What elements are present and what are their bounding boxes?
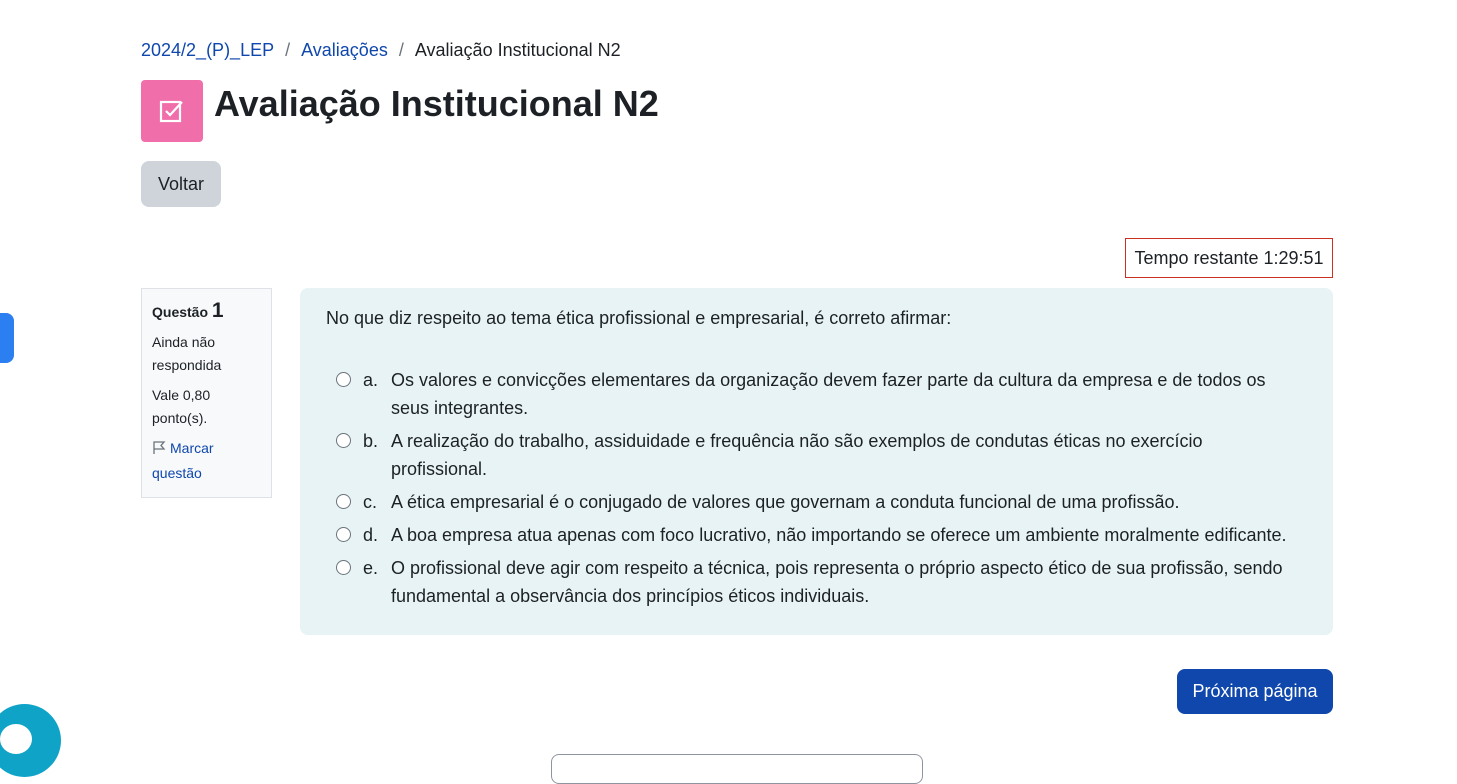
radio-button[interactable]	[336, 372, 351, 387]
breadcrumb-section-link[interactable]: Avaliações	[301, 40, 388, 61]
answer-option-e[interactable]: e. O profissional deve agir com respeito…	[326, 554, 1307, 610]
question-info-panel: Questão 1 Ainda não respondida Vale 0,80…	[141, 288, 272, 498]
option-letter: e.	[363, 558, 379, 578]
side-drawer-toggle[interactable]	[0, 313, 14, 363]
option-letter: a.	[363, 370, 379, 390]
radio-button[interactable]	[336, 527, 351, 542]
question-content: No que diz respeito ao tema ética profis…	[300, 288, 1333, 635]
time-remaining: Tempo restante 1:29:51	[1125, 238, 1333, 278]
answer-option-c[interactable]: c. A ética empresarial é o conjugado de …	[326, 488, 1307, 516]
radio-button[interactable]	[336, 560, 351, 575]
answer-options: a. Os valores e convicções elementares d…	[326, 366, 1307, 610]
quiz-checkbox-icon	[141, 80, 203, 142]
answer-option-d[interactable]: d. A boa empresa atua apenas com foco lu…	[326, 521, 1307, 549]
back-button[interactable]: Voltar	[141, 161, 221, 207]
chat-widget-button[interactable]	[0, 704, 61, 777]
breadcrumb-separator: /	[398, 40, 404, 60]
radio-button[interactable]	[336, 433, 351, 448]
option-letter: c.	[363, 492, 378, 512]
radio-button[interactable]	[336, 494, 351, 509]
next-page-button[interactable]: Próxima página	[1177, 669, 1333, 714]
breadcrumb: 2024/2_(P)_LEP / Avaliações / Avaliação …	[141, 40, 621, 61]
option-letter: b.	[363, 431, 379, 451]
option-text[interactable]: A realização do trabalho, assiduidade e …	[391, 427, 1303, 483]
question-points: Vale 0,80 ponto(s).	[152, 387, 211, 426]
breadcrumb-course-link[interactable]: 2024/2_(P)_LEP	[141, 40, 274, 61]
flag-question-link[interactable]: Marcar questão	[152, 437, 261, 485]
question-label: Questão	[152, 304, 209, 320]
question-status: Ainda não respondida	[152, 334, 222, 373]
option-letter: d.	[363, 525, 379, 545]
option-text[interactable]: O profissional deve agir com respeito a …	[391, 554, 1303, 610]
flag-icon	[152, 439, 166, 462]
chat-icon	[0, 724, 32, 754]
question-number-value: 1	[211, 299, 224, 322]
option-text[interactable]: A boa empresa atua apenas com foco lucra…	[391, 521, 1303, 549]
answer-option-b[interactable]: b. A realização do trabalho, assiduidade…	[326, 427, 1307, 483]
breadcrumb-current: Avaliação Institucional N2	[414, 40, 621, 60]
question-text: No que diz respeito ao tema ética profis…	[326, 308, 952, 328]
quiz-navigation-box	[551, 754, 923, 784]
breadcrumb-separator: /	[285, 40, 291, 60]
answer-option-a[interactable]: a. Os valores e convicções elementares d…	[326, 366, 1307, 422]
option-text[interactable]: Os valores e convicções elementares da o…	[391, 366, 1303, 422]
option-text[interactable]: A ética empresarial é o conjugado de val…	[391, 488, 1303, 516]
question-number: Questão 1	[152, 299, 261, 324]
page-title: Avaliação Institucional N2	[214, 83, 659, 124]
